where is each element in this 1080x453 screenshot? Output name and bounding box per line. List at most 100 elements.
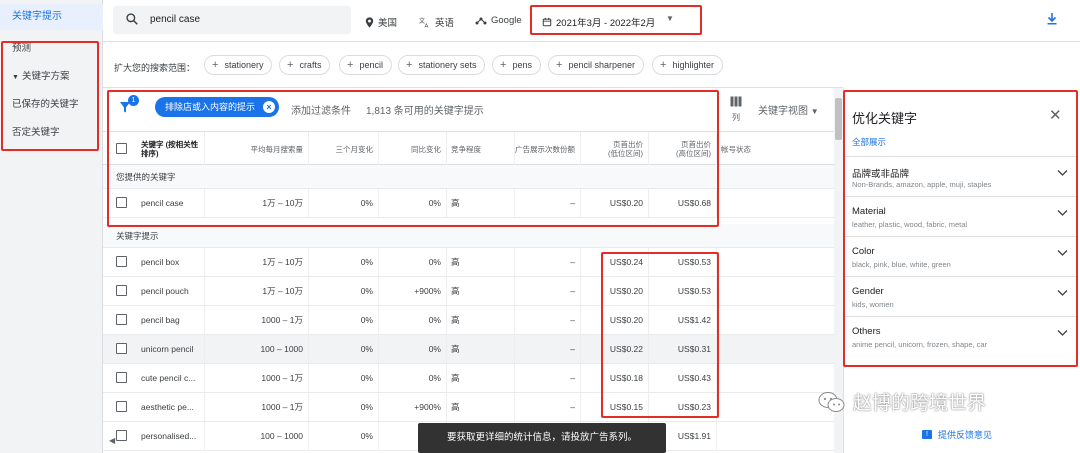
network-selector[interactable]: Google [475, 15, 522, 26]
cell-bid-low: US$0.24 [581, 248, 649, 276]
download-icon[interactable] [1046, 12, 1058, 26]
suggest-chip-stationery-sets[interactable]: + stationery sets [398, 55, 486, 75]
suggest-chip-pencil-sharpener[interactable]: + pencil sharpener [548, 55, 644, 75]
chevron-down-icon[interactable] [1057, 249, 1068, 257]
column-header-keyword[interactable]: 关键字 (按相关性排序) [137, 132, 205, 166]
column-header-account-status[interactable]: 帐号状态 [717, 132, 836, 166]
chip-label: pencil sharpener [568, 60, 635, 70]
suggest-chip-crafts[interactable]: + crafts [279, 55, 331, 75]
chevron-down-icon[interactable] [1057, 209, 1068, 217]
cell-status [717, 306, 836, 334]
suggest-chip-pens[interactable]: + pens [492, 55, 541, 75]
plus-icon: + [347, 59, 354, 71]
cell-yoy: 0% [379, 364, 447, 392]
close-icon[interactable]: ✕ [1049, 106, 1062, 124]
refine-group[interactable]: 品牌或非品牌 Non-Brands, amazon, apple, muji, s… [844, 156, 1077, 196]
row-checkbox[interactable] [116, 401, 127, 412]
refine-group[interactable]: Material leather, plastic, wood, fabric, … [844, 196, 1077, 236]
scrollbar-thumb[interactable] [835, 98, 842, 140]
cell-bid-low: US$0.20 [581, 189, 649, 217]
column-header-avg-searches[interactable]: 平均每月搜索量 [205, 132, 309, 166]
show-all-link[interactable]: 全部展示 [852, 136, 886, 148]
chevron-down-icon[interactable] [1057, 289, 1068, 297]
cell-bid-high: US$0.53 [649, 277, 717, 305]
cell-searches: 100 – 1000 [205, 335, 309, 363]
cell-competition: 高 [447, 277, 515, 305]
columns-button[interactable]: 列 [729, 96, 743, 123]
refine-group[interactable]: Others anime pencil, unicorn, frozen, sha… [844, 316, 1077, 356]
close-icon[interactable]: × [263, 101, 276, 113]
suggest-chip-pencil[interactable]: + pencil [339, 55, 392, 75]
cell-bid-high: US$0.53 [649, 248, 717, 276]
sidebar-item-negative-keywords[interactable]: 否定关键字 [0, 122, 103, 144]
row-checkbox[interactable] [116, 430, 127, 441]
cell-three-month: 0% [309, 277, 379, 305]
translate-icon: 文A [419, 17, 429, 28]
cell-status [717, 422, 836, 450]
table-row[interactable]: cute pencil c... 1000 – 1万 0% 0% 高 – US$0.18 US… [103, 364, 836, 393]
cell-competition: 高 [447, 248, 515, 276]
column-header-impression-share[interactable]: 广告展示次数份额 [515, 132, 581, 166]
row-checkbox[interactable] [116, 343, 127, 354]
panel-title: 优化关键字 [852, 111, 918, 126]
suggest-chip-highlighter[interactable]: + highlighter [652, 55, 723, 75]
row-checkbox[interactable] [116, 285, 127, 296]
cell-impr: – [515, 277, 581, 305]
sidebar-item-forecast[interactable]: 预测 [0, 38, 103, 60]
plus-icon: + [500, 59, 507, 71]
filter-chip-label: 排除店或入内容的提示 [165, 102, 256, 112]
cell-competition: 高 [447, 335, 515, 363]
column-header-bid-low[interactable]: 页首出价 (低位区间) [581, 132, 649, 166]
keyword-ideas-count: 1,813 条可用的关键字提示 [366, 106, 484, 117]
select-all-checkbox[interactable] [116, 143, 127, 154]
language-selector[interactable]: 文A 英语 [419, 15, 454, 30]
row-checkbox[interactable] [116, 314, 127, 325]
cell-three-month: 0% [309, 422, 379, 450]
active-filter-chip[interactable]: 排除店或入内容的提示 × [155, 97, 280, 117]
cell-status [717, 277, 836, 305]
row-checkbox[interactable] [116, 256, 127, 267]
feedback-label: 提供反馈意见 [938, 430, 993, 440]
feedback-link[interactable]: ! 提供反馈意见 [922, 428, 992, 441]
table-row[interactable]: aesthetic pe... 1000 – 1万 0% +900% 高 – US$0.15… [103, 393, 836, 422]
column-header-yoy-change[interactable]: 同比变化 [379, 132, 447, 166]
table-row[interactable]: pencil pouch 1万 – 10万 0% +900% 高 – US$0.20 US$0… [103, 277, 836, 306]
suggest-chip-stationery[interactable]: + stationery [204, 55, 273, 75]
sidebar-item-keyword-plans[interactable]: ▼ 关键字方案 [0, 66, 103, 88]
table-row[interactable]: pencil case 1万 – 10万 0% 0% 高 – US$0.20 US$0.68 [103, 189, 836, 218]
plus-icon: + [556, 59, 563, 71]
table-row[interactable]: pencil box 1万 – 10万 0% 0% 高 – US$0.24 US$0.53 [103, 248, 836, 277]
cell-searches: 100 – 1000 [205, 422, 309, 450]
column-header-competition[interactable]: 竞争程度 [447, 132, 515, 166]
table-row[interactable]: pencil bag 1000 – 1万 0% 0% 高 – US$0.20 US$1.42 [103, 306, 836, 335]
row-checkbox[interactable] [116, 372, 127, 383]
cell-searches: 1万 – 10万 [205, 277, 309, 305]
table-row[interactable]: unicorn pencil 100 – 1000 0% 0% 高 – US$0.22 US$… [103, 335, 836, 364]
cell-searches: 1万 – 10万 [205, 189, 309, 217]
date-range-selector[interactable]: 2021年3月 - 2022年2月 ▼ [530, 5, 702, 35]
scroll-left-icon[interactable]: ◀ [109, 436, 115, 445]
column-header-bid-high[interactable]: 页首出价 (高位区间) [649, 132, 717, 166]
info-toast: 要获取更详细的统计信息，请投放广告系列。 [418, 423, 666, 453]
keyword-table: 关键字 (按相关性排序) 平均每月搜索量 三个月变化 同比变化 竞争程度 广告展… [103, 131, 836, 453]
chip-label: highlighter [672, 60, 714, 70]
refine-group-title: Others [852, 326, 881, 337]
column-header-three-month-change[interactable]: 三个月变化 [309, 132, 379, 166]
chevron-down-icon[interactable] [1057, 329, 1068, 337]
keyword-view-selector[interactable]: 关键字视图 ▼ [758, 102, 819, 117]
refine-group[interactable]: Color black, pink, blue, white, green [844, 236, 1077, 276]
sidebar-item-keyword-ideas[interactable]: 关键字提示 [0, 4, 103, 30]
cell-status [717, 248, 836, 276]
add-filter-button[interactable]: 添加过滤条件 [291, 102, 351, 117]
network-label: Google [491, 15, 522, 26]
dropdown-caret-icon: ▼ [666, 14, 674, 23]
location-selector[interactable]: 美国 [365, 15, 397, 29]
cell-three-month: 0% [309, 248, 379, 276]
refine-group[interactable]: Gender kids, women [844, 276, 1077, 316]
cell-yoy: 0% [379, 189, 447, 217]
cell-yoy: 0% [379, 248, 447, 276]
row-checkbox[interactable] [116, 197, 127, 208]
chevron-down-icon[interactable] [1057, 169, 1068, 177]
search-input[interactable]: pencil case [113, 6, 351, 34]
sidebar-item-saved-keywords[interactable]: 已保存的关键字 [0, 94, 103, 116]
